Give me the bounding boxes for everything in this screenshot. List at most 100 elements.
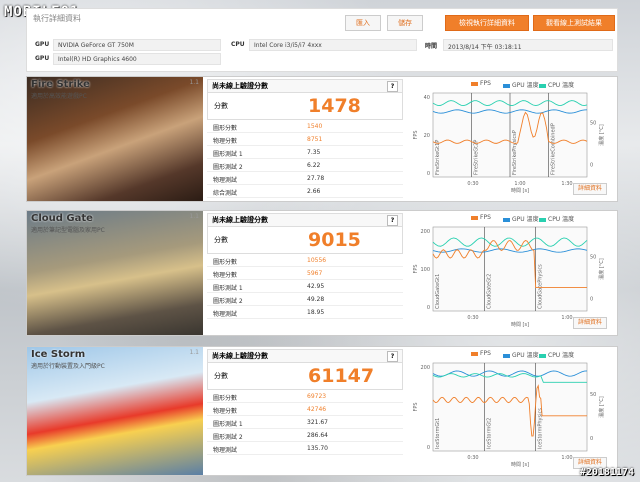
monitoring-graph: FPS GPU 溫度 CPU 溫度 200 100 0 50 0 FPS 溫度 [°C] 0:3…: [411, 213, 611, 333]
y-right-axis-label: 溫度 [°C]: [598, 258, 605, 280]
score-row-value: 49.28: [307, 296, 325, 303]
validation-header-text: 尚未線上驗證分數: [212, 352, 268, 360]
score-row: 物理測試 18.95: [207, 306, 403, 319]
segment-label: FireStrikePhysicsP: [512, 130, 518, 175]
graph-svg: 200 100 0 50 0 FPS 溫度 [°C] 0:30 1:00 時間 [s] CloudG…: [413, 226, 605, 328]
score-row-label: 圖形分數: [213, 125, 238, 132]
monitoring-graph: FPS GPU 溫度 CPU 溫度 40 20 0 50 0 FPS 溫度 [°C] 0:30 1…: [411, 79, 611, 199]
segment-label: CloudGatePhysics: [538, 264, 544, 309]
y-right-axis-label: 溫度 [°C]: [598, 396, 605, 418]
main-score-label: 分數: [214, 102, 228, 110]
y-left-tick: 0: [427, 171, 430, 177]
score-box: 尚未線上驗證分數 ? 分數 9015 圖形分數 10556 物理分數 5967 …: [207, 213, 403, 319]
score-row-value: 42746: [307, 406, 327, 413]
validation-header: 尚未線上驗證分數 ?: [207, 79, 403, 93]
x-tick: 1:00: [561, 315, 572, 321]
y-right-tick: 0: [590, 162, 593, 168]
score-row-label: 圖形測試 1: [213, 151, 243, 158]
main-score: 分數 61147: [207, 363, 403, 390]
main-score: 分數 1478: [207, 93, 403, 120]
y-left-tick: 200: [420, 229, 430, 235]
benchmark-artwork: Cloud Gate 適用於筆記型電腦及家用PC 1.1: [27, 211, 203, 335]
score-row: 圖形測試 2 6.22: [207, 159, 403, 172]
save-button[interactable]: 儲存: [387, 15, 423, 31]
x-tick: 1:30: [561, 181, 572, 187]
validation-header: 尚未線上驗證分數 ?: [207, 349, 403, 363]
score-row: 圖形分數 1540: [207, 120, 403, 133]
details-button[interactable]: 詳細資料: [572, 183, 607, 195]
y-left-tick: 0: [427, 445, 430, 451]
benchmark-title: Cloud Gate: [31, 213, 93, 224]
y-right-tick: 0: [590, 436, 593, 442]
score-row-value: 8751: [307, 136, 323, 143]
score-row-label: 圖形測試 1: [213, 285, 243, 292]
score-row-value: 18.95: [307, 309, 325, 316]
main-score-label: 分數: [214, 236, 228, 244]
x-axis-label: 時間 [s]: [511, 462, 529, 468]
segment-label: CloudGateGt2: [486, 274, 492, 309]
view-online-results-button[interactable]: 觀看線上測試結果: [533, 15, 615, 31]
y-left-tick: 0: [427, 305, 430, 311]
cpu-label: CPU: [231, 41, 245, 48]
score-row: 圖形分數 10556: [207, 254, 403, 267]
benchmark-title: Fire Strike: [31, 79, 90, 90]
score-row-label: 圖形測試 1: [213, 421, 243, 428]
score-row-label: 圖形分數: [213, 395, 238, 402]
score-row-value: 10556: [307, 257, 327, 264]
score-row-value: 2.66: [307, 188, 321, 195]
segment-label: IceStormGt1: [435, 418, 441, 449]
score-row-label: 物理測試: [213, 447, 238, 454]
segment-label: FireStrikeGt1P: [435, 140, 441, 175]
ratio-label: 1.1: [189, 213, 199, 220]
image-id-watermark: #20181174: [579, 467, 634, 478]
segment-label: FireStrikeGt2P: [474, 140, 480, 175]
help-icon[interactable]: ?: [387, 351, 398, 362]
y-right-tick: 50: [590, 392, 596, 398]
benchmark-panel-2: Ice Storm 適用於行動裝置及入門級PC 1.1 尚未線上驗證分數 ? 分…: [26, 346, 618, 476]
help-icon[interactable]: ?: [387, 81, 398, 92]
gpu-field-1: NVIDIA GeForce GT 750M: [53, 39, 221, 51]
benchmark-panel-1: Cloud Gate 適用於筆記型電腦及家用PC 1.1 尚未線上驗證分數 ? …: [26, 210, 618, 336]
main-score-value: 1478: [308, 95, 361, 117]
score-row-value: 42.95: [307, 283, 325, 290]
score-box: 尚未線上驗證分數 ? 分數 1478 圖形分數 1540 物理分數 8751 圖…: [207, 79, 403, 198]
help-icon[interactable]: ?: [387, 215, 398, 226]
score-row: 圖形測試 1 321.67: [207, 416, 403, 429]
score-row-value: 321.67: [307, 419, 328, 426]
benchmark-panel-0: Fire Strike 適用於高效能遊戲PC 1.1 尚未線上驗證分數 ? 分數…: [26, 76, 618, 202]
main-score: 分數 9015: [207, 227, 403, 254]
segment-label: FireStrikeCombinedP: [551, 123, 557, 175]
score-row: 物理分數 5967: [207, 267, 403, 280]
y-left-tick: 20: [424, 133, 430, 139]
score-row-label: 圖形測試 2: [213, 298, 243, 305]
score-row-label: 綜合測試: [213, 190, 238, 197]
x-tick: 0:30: [467, 181, 478, 187]
gpu-value-1: NVIDIA GeForce GT 750M: [58, 42, 134, 49]
score-row: 物理測試 135.70: [207, 442, 403, 455]
time-label: 時間: [425, 43, 438, 50]
main-score-value: 61147: [308, 365, 375, 387]
score-row-label: 物理測試: [213, 177, 238, 184]
y-left-tick: 200: [420, 365, 430, 371]
gpu-label-2: GPU: [35, 55, 50, 62]
view-details-button[interactable]: 檢視執行詳細資料: [445, 15, 529, 31]
score-row-value: 286.64: [307, 432, 328, 439]
score-row: 圖形測試 2 286.64: [207, 429, 403, 442]
y-left-tick: 100: [420, 267, 430, 273]
gpu-label-1: GPU: [35, 41, 50, 48]
gpu-field-2: Intel(R) HD Graphics 4600: [53, 53, 221, 65]
score-row: 物理分數 42746: [207, 403, 403, 416]
score-row-label: 圖形測試 2: [213, 164, 243, 171]
score-row-label: 物理分數: [213, 138, 238, 145]
y-left-axis-label: FPS: [413, 130, 419, 139]
import-button[interactable]: 匯入: [345, 15, 381, 31]
y-left-tick: 40: [424, 95, 430, 101]
monitoring-graph: FPS GPU 溫度 CPU 溫度 200 0 50 0 FPS 溫度 [°C] 0:30 1:…: [411, 349, 611, 473]
details-button[interactable]: 詳細資料: [572, 317, 607, 329]
benchmark-subtitle: 適用於行動裝置及入門級PC: [31, 363, 105, 370]
score-row: 圖形測試 1 7.35: [207, 146, 403, 159]
graph-svg: 40 20 0 50 0 FPS 溫度 [°C] 0:30 1:00 1:30 時間 [s] Fire…: [413, 92, 605, 194]
time-value: 2013/8/14 下午 03:18:11: [448, 44, 522, 51]
y-left-axis-label: FPS: [413, 402, 419, 411]
x-tick: 0:30: [467, 315, 478, 321]
